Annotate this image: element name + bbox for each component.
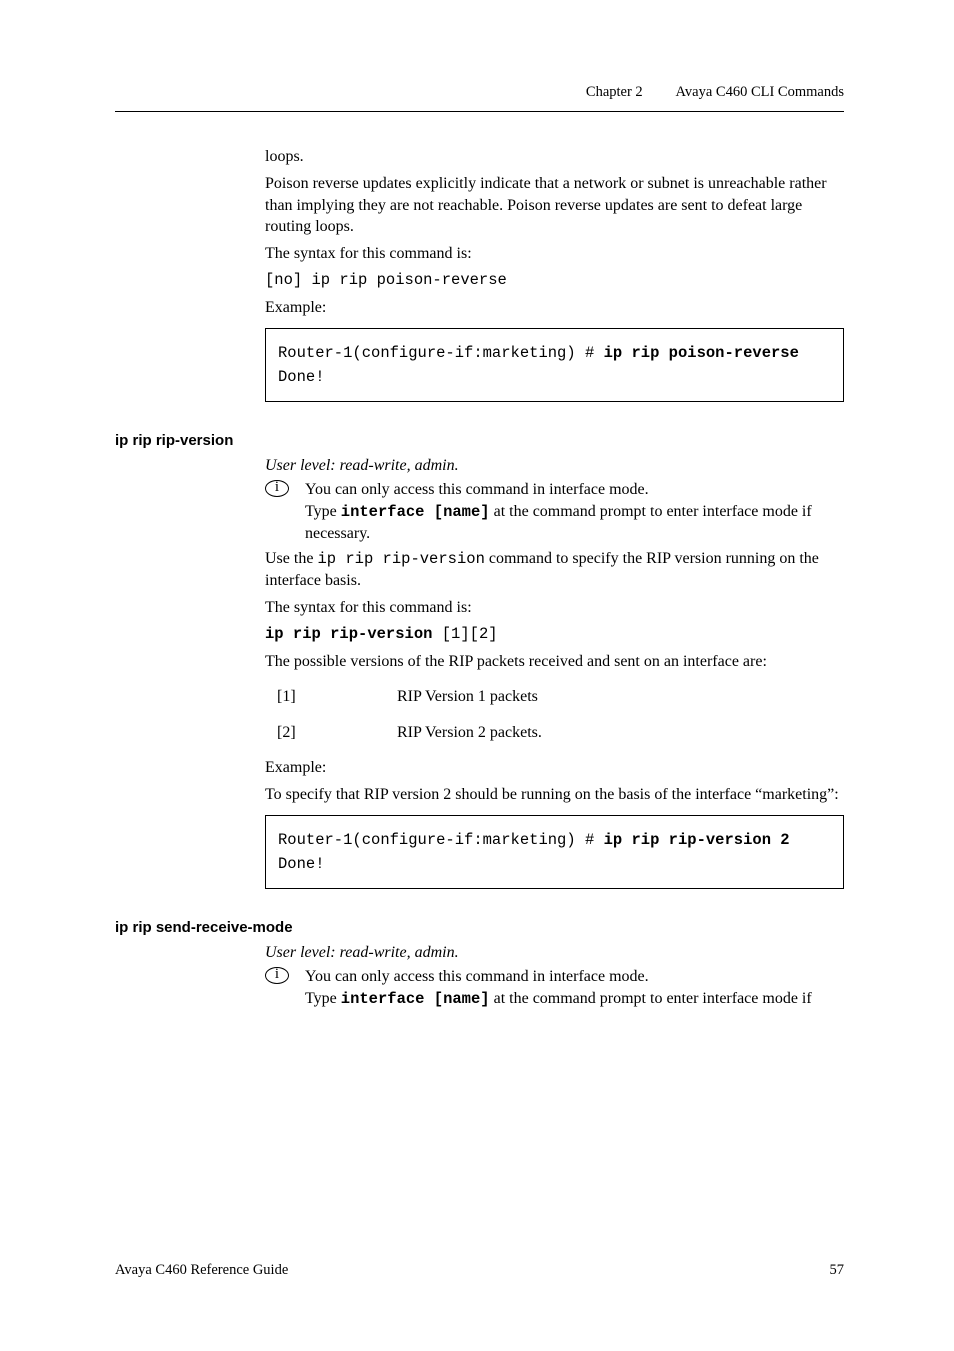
syntax-label-2: The syntax for this command is:	[265, 597, 844, 618]
info-note-send-receive: i You can only access this command in in…	[265, 966, 844, 1010]
example-desc-2: To specify that RIP version 2 should be …	[265, 784, 844, 805]
syntax-command-2: ip rip rip-version [1][2]	[265, 624, 844, 645]
page: Chapter 2 Avaya C460 CLI Commands loops.…	[0, 0, 954, 1351]
info-icon-2: i	[265, 967, 289, 984]
syntax-label: The syntax for this command is:	[265, 243, 844, 264]
use-line: Use the ip rip rip-version command to sp…	[265, 548, 844, 591]
body-block-1: loops. Poison reverse updates explicitly…	[115, 146, 844, 402]
info-line1b: You can only access this command in inte…	[305, 968, 649, 985]
heading-send-receive: ip rip send-receive-mode	[115, 919, 844, 936]
possible-versions: The possible versions of the RIP packets…	[265, 651, 844, 672]
doc-title: Avaya C460 CLI Commands	[676, 84, 844, 100]
code-box-2: Router-1(configure-if:marketing) # ip ri…	[265, 815, 844, 889]
version-key-2: [2]	[277, 722, 397, 743]
code-bold-2: ip rip rip-version 2	[604, 831, 790, 849]
text-poison-desc: Poison reverse updates explicitly indica…	[265, 173, 844, 237]
version-key-1: [1]	[277, 686, 397, 707]
body-block-2: Use the ip rip rip-version command to sp…	[115, 548, 844, 889]
info-line2a: Type	[305, 503, 341, 520]
footer-left: Avaya C460 Reference Guide	[115, 1262, 288, 1279]
page-footer: Avaya C460 Reference Guide 57	[115, 1262, 844, 1279]
info-line2ab: Type	[305, 990, 341, 1007]
version-val-1: RIP Version 1 packets	[397, 686, 844, 707]
info-text-2: You can only access this command in inte…	[305, 966, 844, 1010]
info-icon-wrap-2: i	[265, 966, 305, 984]
user-level-send-receive: User level: read-write, admin.	[265, 944, 844, 962]
syntax-bold: ip rip rip-version	[265, 625, 432, 643]
info-line1: You can only access this command in inte…	[305, 481, 649, 498]
page-header: Chapter 2 Avaya C460 CLI Commands	[115, 84, 844, 112]
syntax-tail: [1][2]	[432, 625, 497, 643]
chapter-label: Chapter 2	[586, 84, 643, 100]
code-text-2: Router-1(configure-if:marketing) #	[278, 831, 604, 849]
version-row-2: [2] RIP Version 2 packets.	[277, 722, 844, 743]
user-level-rip-version: User level: read-write, admin.	[265, 457, 844, 475]
info-line2-bold-b: interface [name]	[341, 990, 490, 1008]
info-line2-bold: interface [name]	[341, 503, 490, 521]
use-cmd: ip rip rip-version	[317, 550, 484, 568]
code-box-1: Router-1(configure-if:marketing) # ip ri…	[265, 328, 844, 402]
info-text: You can only access this command in inte…	[305, 479, 844, 544]
text-loops: loops.	[265, 146, 844, 167]
code-bold: ip rip poison-reverse	[604, 344, 799, 362]
info-icon: i	[265, 480, 289, 497]
info-line2bb: at the command prompt to enter interface…	[490, 990, 812, 1007]
code-done: Done!	[278, 368, 325, 386]
example-label: Example:	[265, 297, 844, 318]
version-row-1: [1] RIP Version 1 packets	[277, 686, 844, 707]
heading-rip-version: ip rip rip-version	[115, 432, 844, 449]
code-done-2: Done!	[278, 855, 325, 873]
version-val-2: RIP Version 2 packets.	[397, 722, 844, 743]
info-icon-wrap: i	[265, 479, 305, 497]
code-text: Router-1(configure-if:marketing) #	[278, 344, 604, 362]
footer-page-number: 57	[830, 1262, 845, 1279]
version-table: [1] RIP Version 1 packets [2] RIP Versio…	[277, 686, 844, 743]
example-label-2: Example:	[265, 757, 844, 778]
syntax-command: [no] ip rip poison-reverse	[265, 270, 844, 291]
use-a: Use the	[265, 550, 317, 567]
info-note-rip-version: i You can only access this command in in…	[265, 479, 844, 544]
